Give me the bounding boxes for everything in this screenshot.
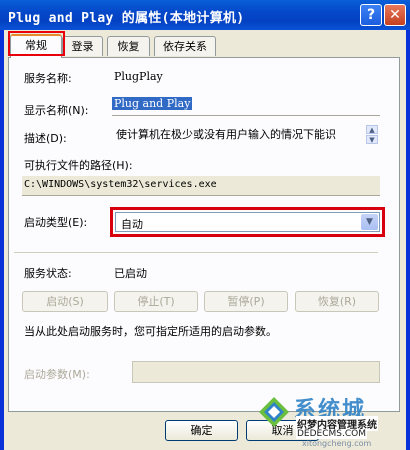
params-input[interactable]	[132, 361, 380, 383]
display-name-field[interactable]: Plug and Play	[112, 96, 380, 116]
display-name-label: 显示名称(N):	[24, 104, 89, 117]
pause-button[interactable]: 暂停(P)	[204, 291, 288, 312]
status-label: 服务状态:	[24, 267, 72, 280]
stop-button[interactable]: 停止(T)	[114, 291, 198, 312]
watermark-url: DEDECMS.COM	[296, 429, 367, 439]
startup-type-highlight: 自动 ▼	[110, 207, 385, 237]
exec-path-value: C:\WINDOWS\system32\services.exe	[24, 179, 217, 190]
exec-path-field: C:\WINDOWS\system32\services.exe	[22, 176, 380, 196]
scroll-up-icon[interactable]: ▲	[366, 125, 378, 134]
params-label: 启动参数(M):	[24, 368, 90, 381]
service-name-label: 服务名称:	[24, 72, 72, 85]
start-button[interactable]: 启动(S)	[22, 291, 108, 312]
watermark: 系统城 织梦内容管理系统 DEDECMS.COM xitongcheng.com	[256, 392, 406, 448]
startup-type-select[interactable]: 自动 ▼	[115, 212, 380, 232]
window-frame-left	[0, 30, 4, 450]
tab-recovery[interactable]: 恢复	[107, 36, 150, 56]
ok-button[interactable]: 确定	[165, 420, 238, 441]
watermark-logo-icon	[259, 397, 289, 427]
display-name-value: Plug and Play	[112, 97, 193, 110]
tab-highlight-frame	[8, 31, 65, 56]
tab-dependencies[interactable]: 依存关系	[154, 36, 216, 56]
title-bar[interactable]: Plug and Play 的属性(本地计算机) ? ✕	[0, 0, 410, 30]
window-title: Plug and Play 的属性(本地计算机)	[8, 11, 245, 26]
window-frame-right	[406, 30, 410, 450]
service-name-value: PlugPlay	[114, 70, 163, 83]
resume-button[interactable]: 恢复(R)	[295, 291, 379, 312]
startup-type-label: 启动类型(E):	[24, 216, 88, 229]
startup-type-value: 自动	[121, 218, 143, 231]
hint-text: 当从此处启动服务时，您可指定所适用的启动参数。	[24, 325, 277, 338]
help-button[interactable]: ?	[360, 4, 382, 26]
scroll-down-icon[interactable]: ▼	[366, 135, 378, 144]
exec-path-label: 可执行文件的路径(H):	[24, 159, 133, 172]
description-value: 使计算机在极少或没有用户输入的情况下能识	[116, 128, 336, 141]
description-label: 描述(D):	[24, 132, 67, 145]
close-button[interactable]: ✕	[384, 4, 406, 26]
chevron-down-icon[interactable]: ▼	[361, 214, 378, 230]
watermark-site: xitongcheng.com	[302, 439, 372, 448]
description-field[interactable]: 使计算机在极少或没有用户输入的情况下能识 ▲ ▼	[112, 124, 380, 148]
separator	[14, 252, 378, 253]
status-value: 已启动	[114, 267, 147, 280]
tab-logon[interactable]: 登录	[62, 36, 103, 56]
